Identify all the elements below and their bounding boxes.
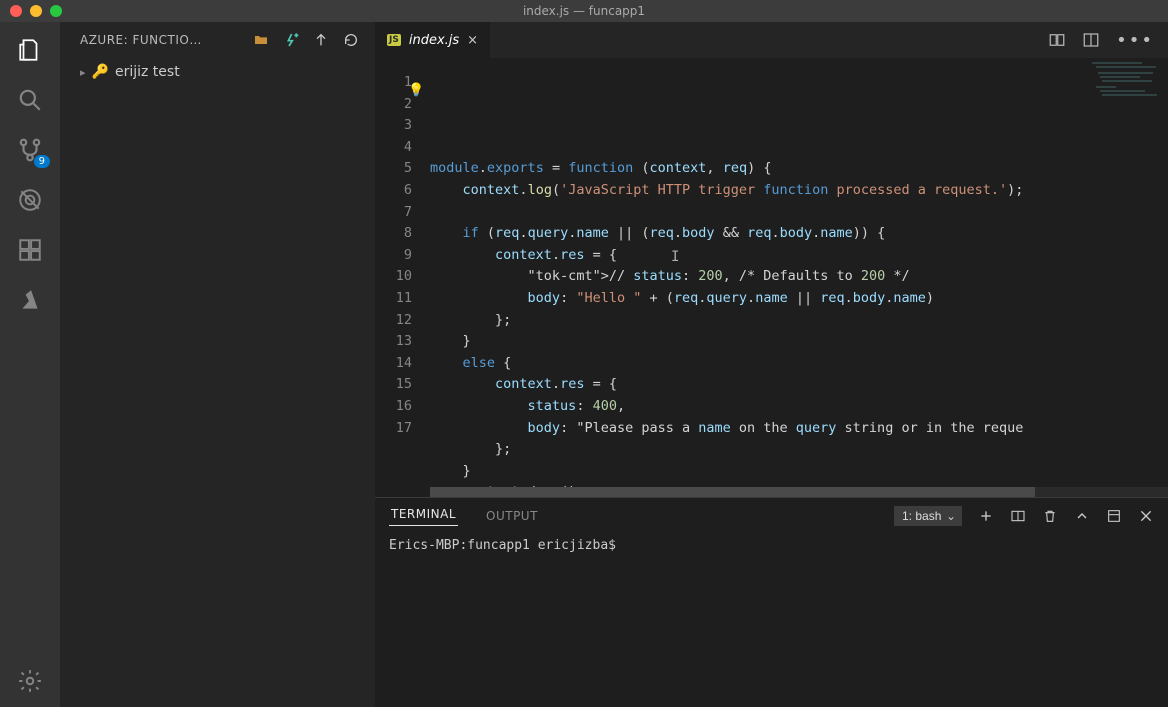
azure-icon[interactable] <box>16 286 44 314</box>
sidebar: AZURE: FUNCTIO… ▸ 🔑 erijiz test <box>60 22 375 707</box>
text-cursor: I <box>671 247 679 269</box>
search-icon[interactable] <box>16 86 44 114</box>
chevron-up-icon[interactable] <box>1074 508 1090 524</box>
terminal-output[interactable]: Erics-MBP:funcapp1 ericjizba$ <box>375 534 1168 707</box>
fullscreen-window-icon[interactable] <box>50 5 62 17</box>
panel-tabs: TERMINAL OUTPUT 1: bash <box>375 498 1168 534</box>
terminal-prompt: Erics-MBP:funcapp1 ericjizba$ <box>389 538 616 553</box>
explorer-icon[interactable] <box>16 36 44 64</box>
minimize-window-icon[interactable] <box>30 5 42 17</box>
activity-bar: 9 <box>0 22 60 707</box>
split-editor-icon[interactable] <box>1082 31 1100 49</box>
panel-tab-output[interactable]: OUTPUT <box>484 509 540 523</box>
scrollbar-thumb[interactable] <box>430 487 1035 497</box>
js-file-icon: JS <box>387 34 401 46</box>
tab-filename: index.js <box>409 33 459 48</box>
close-window-icon[interactable] <box>10 5 22 17</box>
settings-gear-icon[interactable] <box>16 667 44 695</box>
new-folder-icon[interactable] <box>253 32 269 48</box>
code-content[interactable]: 💡 I module.exports = function (context, … <box>430 58 1168 497</box>
create-function-icon[interactable] <box>283 32 299 48</box>
extensions-icon[interactable] <box>16 236 44 264</box>
new-terminal-icon[interactable] <box>978 508 994 524</box>
sidebar-tree: ▸ 🔑 erijiz test <box>60 54 375 90</box>
more-icon[interactable]: ••• <box>1116 30 1154 51</box>
open-changes-icon[interactable] <box>1048 31 1066 49</box>
maximize-icon[interactable] <box>1106 508 1122 524</box>
trash-icon[interactable] <box>1042 508 1058 524</box>
split-terminal-icon[interactable] <box>1010 508 1026 524</box>
lightbulb-icon[interactable]: 💡 <box>408 80 424 102</box>
chevron-right-icon: ▸ <box>80 66 86 79</box>
key-icon: 🔑 <box>92 64 109 80</box>
horizontal-scrollbar[interactable] <box>430 487 1168 497</box>
line-numbers: 1234567891011121314151617 <box>375 58 430 497</box>
tabbar-actions: ••• <box>1048 22 1168 58</box>
sidebar-title: AZURE: FUNCTIO… <box>80 33 245 47</box>
tree-item-label: erijiz test <box>115 64 180 80</box>
close-tab-icon[interactable]: × <box>467 33 478 48</box>
code-editor[interactable]: 1234567891011121314151617 💡 I module.exp… <box>375 58 1168 497</box>
bottom-panel: TERMINAL OUTPUT 1: bash <box>375 497 1168 707</box>
sidebar-header: AZURE: FUNCTIO… <box>60 22 375 54</box>
tab-bar: JS index.js × ••• <box>375 22 1168 58</box>
sidebar-actions <box>253 32 359 48</box>
minimap[interactable] <box>1088 58 1168 138</box>
git-badge: 9 <box>34 155 50 168</box>
panel-tab-terminal[interactable]: TERMINAL <box>389 507 458 526</box>
debug-icon[interactable] <box>16 186 44 214</box>
traffic-lights <box>0 5 62 17</box>
close-panel-icon[interactable] <box>1138 508 1154 524</box>
tab-index-js[interactable]: JS index.js × <box>375 22 491 58</box>
git-icon[interactable]: 9 <box>16 136 44 164</box>
deploy-icon[interactable] <box>313 32 329 48</box>
window-title: index.js — funcapp1 <box>523 4 645 18</box>
titlebar: index.js — funcapp1 <box>0 0 1168 22</box>
editor-pane: JS index.js × ••• 1234567891011121314151… <box>375 22 1168 707</box>
tree-item-subscription[interactable]: ▸ 🔑 erijiz test <box>80 64 355 80</box>
terminal-selector[interactable]: 1: bash <box>894 506 962 526</box>
refresh-icon[interactable] <box>343 32 359 48</box>
